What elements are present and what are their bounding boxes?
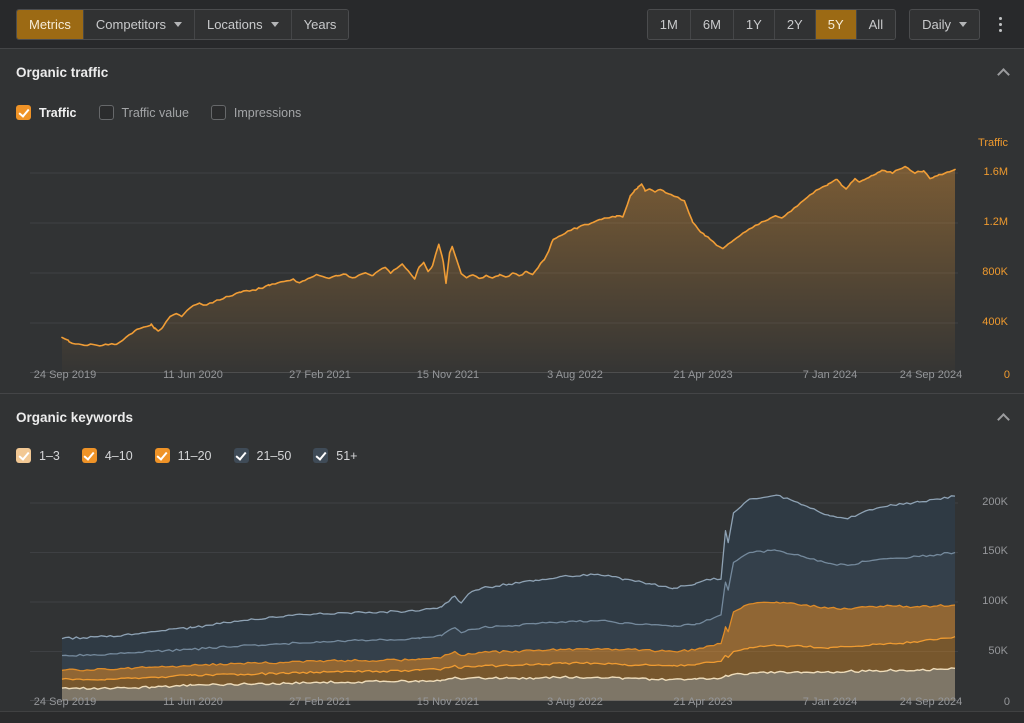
y-tick: 100K (948, 595, 1008, 607)
x-tick: 3 Aug 2022 (530, 696, 620, 708)
checkbox-1-3[interactable]: 1–3 (16, 448, 60, 463)
x-tick: 27 Feb 2021 (275, 696, 365, 708)
range-2y[interactable]: 2Y (775, 10, 816, 39)
tab-locations-label: Locations (207, 18, 263, 31)
checkbox-11-20[interactable]: 11–20 (155, 448, 212, 463)
traffic-legend: Traffic Traffic value Impressions (16, 105, 301, 120)
x-tick: 11 Jun 2020 (148, 369, 238, 381)
checkbox-empty-icon (211, 105, 226, 120)
tab-years[interactable]: Years (292, 10, 349, 39)
range-6m[interactable]: 6M (691, 10, 734, 39)
tab-metrics-label: Metrics (29, 18, 71, 31)
checkbox-51-plus[interactable]: 51+ (313, 448, 357, 463)
x-tick: 24 Sep 2024 (886, 696, 976, 708)
y-tick: 800K (948, 266, 1008, 278)
chevron-down-icon (174, 22, 182, 27)
organic-keywords-header: Organic keywords (16, 410, 1008, 425)
checkbox-empty-icon (99, 105, 114, 120)
checkbox-checked-icon (313, 448, 328, 463)
section-title: Organic keywords (16, 410, 133, 425)
checkbox-checked-icon (82, 448, 97, 463)
y-tick: 400K (948, 316, 1008, 328)
checkbox-checked-icon (16, 448, 31, 463)
checkbox-checked-icon (155, 448, 170, 463)
date-range-group: 1M 6M 1Y 2Y 5Y All (647, 9, 896, 40)
section-title: Organic traffic (16, 65, 108, 80)
checkbox-impressions[interactable]: Impressions (211, 105, 301, 120)
toolbar: Metrics Competitors Locations Years 1M 6… (0, 0, 1024, 48)
checkbox-traffic-value[interactable]: Traffic value (99, 105, 189, 120)
tab-locations[interactable]: Locations (195, 10, 292, 39)
y-tick: 1.6M (948, 166, 1008, 178)
granularity-label: Daily (922, 18, 951, 31)
checkbox-traffic[interactable]: Traffic (16, 105, 77, 120)
tab-years-label: Years (304, 18, 337, 31)
bottom-strip (0, 711, 1024, 723)
checkbox-checked-icon (16, 105, 31, 120)
tab-competitors[interactable]: Competitors (84, 10, 195, 39)
chevron-down-icon (959, 22, 967, 27)
organic-traffic-chart[interactable] (30, 136, 958, 374)
y-tick: 1.2M (948, 216, 1008, 228)
y-zero-label: 0 (1004, 369, 1010, 381)
granularity-dropdown[interactable]: Daily (909, 9, 980, 40)
checkbox-21-50[interactable]: 21–50 (234, 448, 292, 463)
tab-competitors-label: Competitors (96, 18, 166, 31)
chevron-down-icon (271, 22, 279, 27)
y-tick: 50K (948, 645, 1008, 657)
range-5y[interactable]: 5Y (816, 10, 857, 39)
x-tick: 15 Nov 2021 (403, 369, 493, 381)
x-tick: 7 Jan 2024 (785, 369, 875, 381)
x-tick: 24 Sep 2019 (20, 696, 110, 708)
range-all[interactable]: All (857, 10, 895, 39)
tab-metrics[interactable]: Metrics (17, 10, 84, 39)
organic-traffic-header: Organic traffic (16, 65, 1008, 80)
checkbox-checked-icon (234, 448, 249, 463)
y-axis-title: Traffic (948, 137, 1008, 149)
x-tick: 11 Jun 2020 (148, 696, 238, 708)
analytics-dashboard: Metrics Competitors Locations Years 1M 6… (0, 0, 1024, 723)
x-tick: 15 Nov 2021 (403, 696, 493, 708)
organic-keywords-chart[interactable] (30, 489, 958, 702)
metric-tab-group: Metrics Competitors Locations Years (16, 9, 349, 40)
x-tick: 27 Feb 2021 (275, 369, 365, 381)
collapse-chevron-up-icon[interactable] (997, 413, 1010, 426)
x-tick: 24 Sep 2019 (20, 369, 110, 381)
collapse-chevron-up-icon[interactable] (997, 68, 1010, 81)
toolbar-right: 1M 6M 1Y 2Y 5Y All Daily (647, 9, 1008, 40)
x-tick: 3 Aug 2022 (530, 369, 620, 381)
x-tick: 21 Apr 2023 (658, 696, 748, 708)
keywords-legend: 1–3 4–10 11–20 21–50 51+ (16, 448, 358, 463)
organic-traffic-section: Organic traffic Traffic Traffic value Im… (0, 48, 1024, 393)
range-1m[interactable]: 1M (648, 10, 691, 39)
x-tick: 24 Sep 2024 (886, 369, 976, 381)
y-tick: 200K (948, 496, 1008, 508)
more-options-icon[interactable] (993, 13, 1008, 36)
checkbox-4-10[interactable]: 4–10 (82, 448, 133, 463)
x-tick: 21 Apr 2023 (658, 369, 748, 381)
y-tick: 150K (948, 545, 1008, 557)
x-tick: 7 Jan 2024 (785, 696, 875, 708)
organic-keywords-section: Organic keywords 1–3 4–10 11–20 21–50 (0, 393, 1024, 711)
y-zero-label: 0 (1004, 696, 1010, 708)
range-1y[interactable]: 1Y (734, 10, 775, 39)
